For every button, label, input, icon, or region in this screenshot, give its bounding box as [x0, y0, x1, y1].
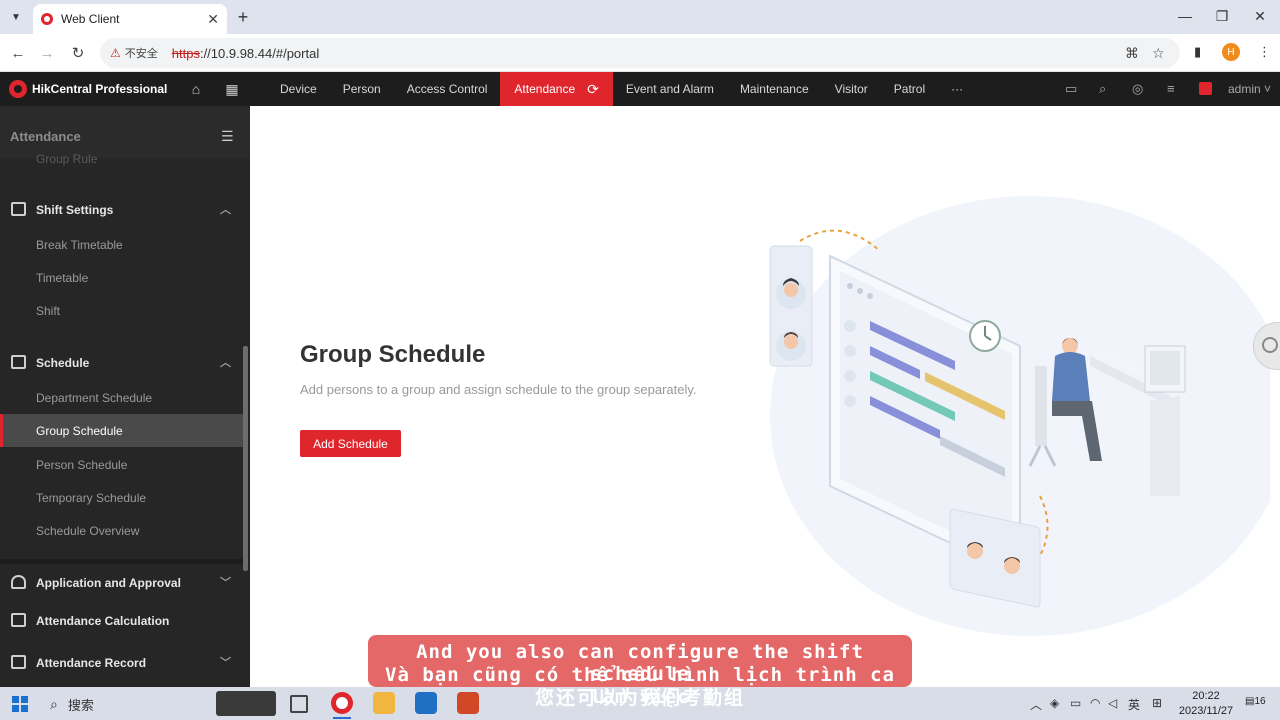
active-app-indicator [333, 717, 351, 719]
profile-avatar[interactable]: H [1222, 43, 1240, 61]
sidebar: Attendance ☰ Group Rule Shift Settings ︿… [0, 106, 250, 687]
main-content: Group Schedule Add persons to a group an… [250, 106, 1280, 687]
sidebar-divider [0, 559, 243, 564]
url-input[interactable]: ⚠ 不安全 https ://10.9.98.44/#/portal ⌘ ☆ [100, 38, 1180, 68]
nav-attendance-label: Attendance [514, 82, 576, 96]
refresh-icon[interactable]: ⟳ [587, 81, 599, 98]
sidebar-group-schedule[interactable]: Schedule ︿ [0, 346, 243, 379]
translate-icon[interactable]: ⌘ [1125, 45, 1139, 62]
nav-attendance[interactable]: Attendance ⟳ [500, 72, 613, 106]
sidebar-group-label: Application and Approval [36, 575, 181, 590]
sidebar-group-shift-settings[interactable]: Shift Settings ︿ [0, 193, 243, 226]
nav-visitor[interactable]: Visitor [822, 72, 881, 106]
browser-tab-strip: ▼ Web Client ✕ + — ❐ ✕ [0, 0, 1280, 34]
nav-person[interactable]: Person [330, 72, 394, 106]
minimize-button[interactable]: — [1170, 5, 1200, 27]
close-tab-icon[interactable]: ✕ [207, 11, 219, 28]
nav-more[interactable]: ··· [938, 72, 976, 106]
app-logo: HikCentral Professional [9, 80, 167, 98]
sidebar-item-group-rule[interactable]: Group Rule [36, 152, 97, 166]
sidebar-title: Attendance [10, 129, 81, 144]
new-tab-button[interactable]: + [232, 6, 254, 28]
home-icon[interactable]: ⌂ [188, 81, 204, 97]
sidebar-group-label: Attendance Record [36, 655, 147, 670]
app-name: HikCentral Professional [32, 82, 168, 96]
insecure-label: 不安全 [124, 48, 158, 60]
browser-menu-icon[interactable]: ⋮ [1258, 44, 1271, 60]
sidebar-scrollbar[interactable] [243, 346, 248, 571]
apps-grid-icon[interactable]: ▦ [224, 81, 240, 97]
sidebar-group-attendance-calculation[interactable]: Attendance Calculation [0, 604, 243, 637]
compass-icon [1262, 337, 1278, 353]
tab-title: Web Client [61, 12, 120, 26]
sidebar-group-application-and-approval[interactable]: Application and Approval ﹀ [0, 566, 243, 599]
calendar-icon [11, 355, 26, 369]
url-scheme: https [171, 45, 200, 61]
sidebar-item-department-schedule[interactable]: Department Schedule [0, 381, 243, 414]
folder-icon[interactable]: ▭ [1065, 81, 1077, 97]
tab-search-button[interactable]: ▼ [6, 7, 26, 27]
main-nav: Device Person Access Control Attendance … [267, 72, 976, 106]
group-schedule-illustration [769, 196, 1270, 636]
sidebar-item-timetable[interactable]: Timetable [0, 261, 243, 294]
sidebar-item-shift[interactable]: Shift [0, 294, 243, 327]
browser-tab[interactable]: Web Client ✕ [33, 4, 227, 34]
hikcentral-logo-icon [9, 80, 27, 98]
user-menu[interactable]: admin ˅ [1228, 82, 1271, 96]
page-title: Group Schedule [300, 341, 486, 368]
url-text: ://10.9.98.44/#/portal [199, 45, 320, 61]
app-header: HikCentral Professional ⌂ ▦ Device Perso… [0, 72, 1280, 106]
sidebar-item-group-schedule[interactable]: Group Schedule [0, 414, 243, 447]
back-button[interactable]: ← [7, 42, 29, 64]
calculator-icon [11, 613, 26, 627]
add-schedule-button[interactable]: Add Schedule [300, 430, 401, 457]
close-window-button[interactable]: ✕ [1245, 5, 1275, 27]
nav-patrol[interactable]: Patrol [881, 72, 938, 106]
chevron-up-icon: ︿ [220, 357, 231, 369]
task-list-icon[interactable]: ≡ [1167, 81, 1175, 96]
sidebar-item-break-timetable[interactable]: Break Timetable [0, 228, 243, 261]
compass-icon[interactable]: ◎ [1132, 81, 1143, 97]
sidebar-group-label: Schedule [36, 355, 90, 370]
chevron-down-icon: ﹀ [220, 657, 231, 669]
warning-icon: ⚠ [110, 46, 121, 60]
shift-settings-icon [11, 202, 26, 216]
reload-button[interactable]: ↻ [67, 42, 89, 64]
maximize-button[interactable]: ❐ [1207, 5, 1237, 27]
subtitle-chinese: 您还可以为我们考勤组 [534, 687, 745, 709]
sidebar-item-schedule-overview[interactable]: Schedule Overview [0, 514, 243, 547]
side-panel-icon[interactable]: ▮ [1194, 44, 1201, 60]
user-name: admin [1228, 82, 1261, 96]
nav-event-and-alarm[interactable]: Event and Alarm [613, 72, 727, 106]
sidebar-group-label: Shift Settings [36, 202, 114, 217]
collapse-menu-icon[interactable]: ☰ [221, 128, 234, 145]
nav-maintenance[interactable]: Maintenance [727, 72, 822, 106]
chevron-up-icon: ︿ [220, 204, 231, 216]
sidebar-group-attendance-record[interactable]: Attendance Record ﹀ [0, 646, 243, 679]
chevron-down-icon: ﹀ [220, 577, 231, 589]
record-icon [11, 655, 26, 669]
video-subtitle: And you also can configure the shift sch… [368, 635, 912, 708]
nav-device[interactable]: Device [267, 72, 330, 106]
sidebar-item-temporary-schedule[interactable]: Temporary Schedule [0, 481, 243, 514]
nav-access-control[interactable]: Access Control [394, 72, 501, 106]
address-bar-row: ← → ↻ ⚠ 不安全 https ://10.9.98.44/#/portal… [0, 34, 1280, 72]
sidebar-group-label: Attendance Calculation [36, 613, 170, 628]
person-icon [11, 575, 26, 589]
alarm-badge-icon[interactable] [1199, 82, 1212, 95]
forward-button[interactable]: → [36, 42, 58, 64]
sidebar-header: Attendance ☰ [0, 106, 250, 158]
favicon-icon [41, 13, 53, 25]
sidebar-item-person-schedule[interactable]: Person Schedule [0, 448, 243, 481]
bookmark-star-icon[interactable]: ☆ [1152, 45, 1165, 62]
page-description: Add persons to a group and assign schedu… [300, 382, 697, 397]
search-icon[interactable]: ⌕ [1099, 81, 1106, 97]
